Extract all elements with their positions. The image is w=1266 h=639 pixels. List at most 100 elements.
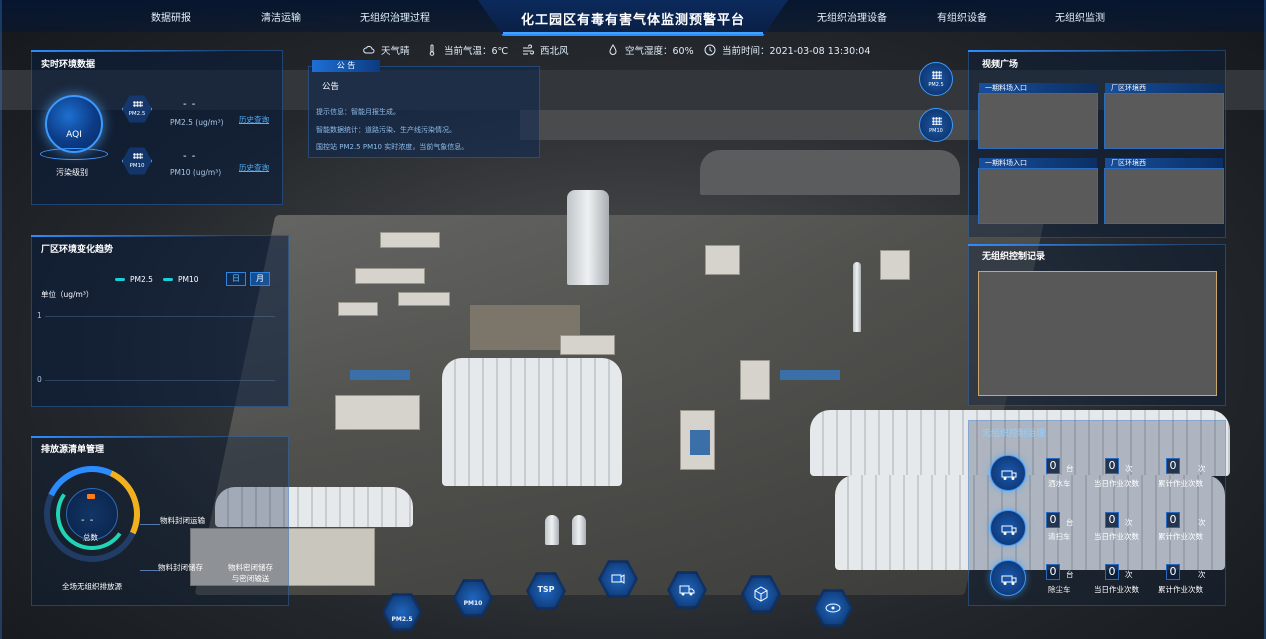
panorama-360-icon [825, 603, 841, 613]
control-record-title: 无组织控制记录 [982, 252, 1046, 262]
video-feed-label: 一期料场入口 [979, 158, 1097, 168]
today-ops-label: 当日作业次数 [1094, 479, 1139, 488]
sweeper-truck-icon [990, 510, 1026, 546]
source-connector [140, 524, 160, 525]
emission-title-bar [31, 436, 231, 438]
trend-title: 厂区环境变化趋势 [41, 245, 114, 255]
aqi-label: AQI [66, 130, 82, 140]
video-feed-label: 厂区环境西 [1105, 158, 1223, 168]
aqi-indicator: AQI [45, 95, 103, 153]
droplet-icon [609, 44, 617, 55]
nav-unorganized-process[interactable]: 无组织治理过程 [360, 9, 430, 24]
weather-humidity: 空气湿度：60% [607, 43, 694, 57]
title-plate: 化工园区有毒有害气体监测预警平台 [478, 0, 788, 36]
weather-time: 当前时间：2021-03-08 13:30:04 [704, 43, 870, 57]
source-item[interactable]: 物料密闭储存 与密闭输送 [228, 562, 273, 584]
env-title-bar [31, 50, 231, 52]
dust-removal-count: 0 [1046, 564, 1060, 580]
notice-line: 智能数据统计：道路污染、生产线污染情况。 [316, 126, 456, 134]
nav-unorganized-monitoring[interactable]: 无组织监测 [1055, 9, 1105, 24]
sweeper-total-count: 0 [1166, 512, 1180, 528]
pollution-level-label: 污染级别 [56, 168, 88, 177]
nav-unorganized-equipment[interactable]: 无组织治理设备 [817, 9, 887, 24]
page-title: 化工园区有毒有害气体监测预警平台 [520, 13, 745, 28]
unit: 台 [1066, 570, 1074, 579]
weather-wind: 西北风 [522, 43, 569, 57]
video-feed[interactable]: 一期料场入口 [978, 158, 1098, 224]
nav-clean-transport[interactable]: 清洁运输 [261, 9, 301, 24]
pm10-map-toggle-icon[interactable]: PM10 [919, 108, 953, 142]
notice-line: 国控站 PM2.5 PM10 实时浓度，当前气象信息。 [316, 143, 469, 151]
today-ops-label: 当日作业次数 [1094, 532, 1139, 541]
time-text: 当前时间：2021-03-08 13:30:04 [722, 46, 871, 57]
emission-gauge-caption: 全场无组织排放源 [62, 582, 122, 591]
unit: 次 [1198, 518, 1206, 527]
temperature-text: 当前气温：6℃ [444, 46, 509, 57]
source-item[interactable]: 物料封闭储存 [158, 562, 203, 573]
trend-panel [31, 235, 289, 407]
source-item[interactable]: 物料封闭运输 [160, 515, 205, 526]
video-feed[interactable]: 厂区环境西 [1104, 158, 1224, 224]
weather-temperature: 当前气温：6℃ [426, 43, 508, 57]
today-ops-label: 当日作业次数 [1094, 585, 1139, 594]
unit: 次 [1125, 464, 1133, 473]
unit: 台 [1066, 464, 1074, 473]
truck-icon [679, 585, 695, 596]
notice-tab[interactable]: 公 告 [312, 60, 380, 72]
sprinkler-truck-icon [990, 455, 1026, 491]
history-query-link-pm25[interactable]: 历史查询 [239, 114, 269, 125]
video-feed[interactable]: 厂区环境西 [1104, 83, 1224, 149]
control-record-content [978, 271, 1217, 396]
total-ops-label: 累计作业次数 [1158, 479, 1203, 488]
video-title: 视频广场 [982, 60, 1019, 70]
weather-condition-text: 天气晴 [381, 46, 410, 57]
unit: 次 [1198, 464, 1206, 473]
y-tick-0: 0 [37, 375, 42, 384]
emission-total-label: 总数 [83, 533, 98, 542]
pm10-layer-label: PM10 [463, 600, 483, 607]
nav-organized-equipment[interactable]: 有组织设备 [937, 9, 987, 24]
pm10-value: - - [183, 151, 197, 162]
total-ops-label: 累计作业次数 [1158, 585, 1203, 594]
trend-unit: 单位（ug/m³） [41, 290, 94, 299]
video-feed-label: 厂区环境西 [1105, 83, 1223, 93]
toggle-day[interactable]: 日 [226, 272, 246, 286]
legend-pm25-swatch [115, 278, 125, 281]
humidity-text: 空气湿度：60% [625, 46, 694, 57]
gridline [45, 316, 275, 317]
sprinkler-count: 0 [1046, 458, 1060, 474]
history-query-link-pm10[interactable]: 历史查询 [239, 162, 269, 173]
emission-total-value: - - [81, 515, 95, 526]
gauge-marker [87, 494, 95, 499]
legend-pm10: PM10 [178, 275, 199, 284]
video-feed[interactable]: 一期料场入口 [978, 83, 1098, 149]
dust-removal-label: 除尘车 [1048, 585, 1071, 594]
unit: 次 [1198, 570, 1206, 579]
unit: 次 [1125, 570, 1133, 579]
emission-title: 排放源清单管理 [41, 445, 105, 455]
dust-removal-total-count: 0 [1166, 564, 1180, 580]
env-data-title: 实时环境数据 [41, 60, 96, 70]
dust-removal-truck-icon [990, 560, 1026, 596]
pm25-unit-label: PM2.5 (ug/m³) [170, 118, 224, 127]
wind-icon [523, 44, 534, 55]
sprinkler-label: 洒水车 [1048, 479, 1071, 488]
sweeper-today-count: 0 [1105, 512, 1119, 528]
legend-pm10-swatch [163, 278, 173, 281]
toggle-month[interactable]: 月 [250, 272, 270, 286]
clock-icon [704, 44, 716, 56]
total-ops-label: 累计作业次数 [1158, 532, 1203, 541]
y-tick-1: 1 [37, 311, 42, 320]
cloud-icon [363, 45, 375, 54]
nav-data-report[interactable]: 数据研报 [151, 9, 191, 24]
sprinkler-total-count: 0 [1166, 458, 1180, 474]
notice-heading: 公告 [322, 82, 340, 92]
sweeper-label: 清扫车 [1048, 532, 1071, 541]
unit: 次 [1125, 518, 1133, 527]
pm25-layer-label: PM2.5 [391, 616, 413, 623]
dust-removal-today-count: 0 [1105, 564, 1119, 580]
pm25-map-toggle-icon[interactable]: PM2.5 [919, 62, 953, 96]
video-feed-label: 一期料场入口 [979, 83, 1097, 93]
governance-title: 无组织控制治理 [982, 429, 1046, 439]
wind-text: 西北风 [540, 46, 569, 57]
